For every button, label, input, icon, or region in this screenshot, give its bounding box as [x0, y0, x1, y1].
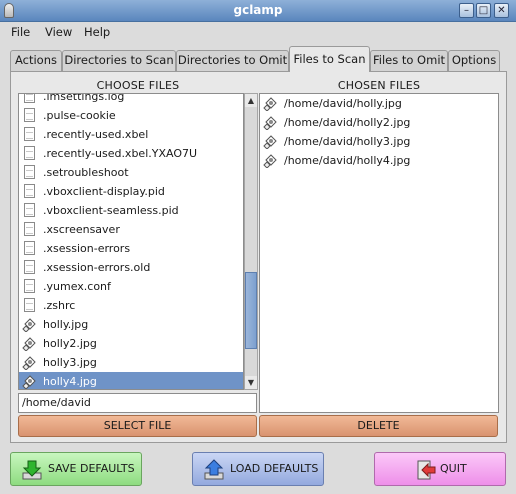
- list-item-label: holly.jpg: [43, 318, 89, 331]
- choose-files-heading: CHOOSE FILES: [96, 79, 180, 92]
- list-item[interactable]: .setroubleshoot: [19, 163, 243, 182]
- menu-help[interactable]: Help: [84, 25, 110, 39]
- list-item[interactable]: .recently-used.xbel.YXAO7U: [19, 144, 243, 163]
- image-file-icon: [22, 318, 36, 332]
- list-item[interactable]: .vboxclient-seamless.pid: [19, 201, 243, 220]
- window-title: gclamp: [233, 3, 283, 17]
- list-item[interactable]: /home/david/holly3.jpg: [260, 132, 498, 151]
- menu-file[interactable]: File: [11, 25, 30, 39]
- image-file-icon: [22, 375, 36, 389]
- list-item[interactable]: holly.jpg: [19, 315, 243, 334]
- list-item-label: .vboxclient-display.pid: [43, 185, 165, 198]
- scroll-down-arrow-icon[interactable]: ▼: [245, 376, 257, 389]
- maximize-button[interactable]: □: [476, 3, 491, 18]
- list-item-label: .setroubleshoot: [43, 166, 129, 179]
- minimize-button[interactable]: –: [459, 3, 474, 18]
- document-icon: [24, 146, 35, 160]
- load-upload-icon: [204, 459, 224, 480]
- list-item[interactable]: /home/david/holly.jpg: [260, 94, 498, 113]
- chosen-files-list[interactable]: /home/david/holly.jpg/home/david/holly2.…: [259, 93, 499, 413]
- title-bar: gclamp – □ ✕: [0, 0, 516, 22]
- list-item-label: holly4.jpg: [43, 375, 97, 388]
- list-item[interactable]: /home/david/holly2.jpg: [260, 113, 498, 132]
- scroll-up-arrow-icon[interactable]: ▲: [245, 94, 257, 107]
- list-item-label: .yumex.conf: [43, 280, 111, 293]
- image-file-icon: [22, 337, 36, 351]
- tab-options[interactable]: Options: [448, 50, 500, 71]
- document-icon: [24, 222, 35, 236]
- tab-actions[interactable]: Actions: [10, 50, 62, 71]
- document-icon: [24, 184, 35, 198]
- image-file-icon: [263, 154, 277, 168]
- image-file-icon: [263, 97, 277, 111]
- menu-view[interactable]: View: [45, 25, 72, 39]
- save-defaults-button[interactable]: SAVE DEFAULTS: [10, 452, 142, 486]
- close-button[interactable]: ✕: [494, 3, 509, 18]
- scroll-thumb[interactable]: [245, 272, 257, 350]
- list-item[interactable]: .pulse-cookie: [19, 106, 243, 125]
- document-icon: [24, 279, 35, 293]
- list-item-label: /home/david/holly3.jpg: [284, 135, 411, 148]
- list-item-label: holly3.jpg: [43, 356, 97, 369]
- load-defaults-button[interactable]: LOAD DEFAULTS: [192, 452, 324, 486]
- document-icon: [24, 203, 35, 217]
- list-item-label: .xsession-errors.old: [43, 261, 151, 274]
- list-item[interactable]: holly4.jpg: [19, 372, 243, 389]
- document-icon: [24, 241, 35, 255]
- list-item[interactable]: .xsession-errors: [19, 239, 243, 258]
- save-download-icon: [22, 460, 42, 480]
- list-item[interactable]: holly2.jpg: [19, 334, 243, 353]
- list-item-label: .vboxclient-seamless.pid: [43, 204, 179, 217]
- document-icon: [24, 298, 35, 312]
- image-file-icon: [263, 116, 277, 130]
- path-input[interactable]: /home/david: [18, 393, 257, 413]
- document-icon: [24, 127, 35, 141]
- list-item[interactable]: .imsettings.log: [19, 93, 243, 106]
- list-item-label: .recently-used.xbel.YXAO7U: [43, 147, 198, 160]
- tab-directories-to-omit[interactable]: Directories to Omit: [176, 50, 289, 71]
- list-item[interactable]: .xscreensaver: [19, 220, 243, 239]
- choose-files-list[interactable]: .imsettings.log .pulse-cookie .recently-us…: [18, 93, 244, 390]
- list-item-label: .xscreensaver: [43, 223, 120, 236]
- chosen-files-heading: CHOSEN FILES: [337, 79, 421, 92]
- document-icon: [24, 108, 35, 122]
- list-item-label: /home/david/holly.jpg: [284, 97, 402, 110]
- list-item[interactable]: .yumex.conf: [19, 277, 243, 296]
- list-item-label: /home/david/holly2.jpg: [284, 116, 411, 129]
- list-item-label: .recently-used.xbel: [43, 128, 149, 141]
- list-item[interactable]: .zshrc: [19, 296, 243, 315]
- delete-button[interactable]: DELETE: [259, 415, 498, 437]
- list-item-label: /home/david/holly4.jpg: [284, 154, 411, 167]
- quit-button[interactable]: QUIT: [374, 452, 506, 486]
- tab-files-to-scan[interactable]: Files to Scan: [289, 46, 370, 72]
- list-item[interactable]: /home/david/holly4.jpg: [260, 151, 498, 170]
- list-item[interactable]: .recently-used.xbel: [19, 125, 243, 144]
- select-file-button[interactable]: SELECT FILE: [18, 415, 257, 437]
- list-item-label: .zshrc: [43, 299, 76, 312]
- list-item-label: .imsettings.log: [43, 93, 125, 103]
- list-item-label: .xsession-errors: [43, 242, 131, 255]
- image-file-icon: [22, 356, 36, 370]
- tab-directories-to-scan[interactable]: Directories to Scan: [62, 50, 176, 71]
- menu-bar: File View Help: [0, 22, 516, 42]
- choose-files-scrollbar[interactable]: ▲ ▼: [244, 93, 258, 390]
- list-item-label: .pulse-cookie: [43, 109, 116, 122]
- document-icon: [24, 260, 35, 274]
- list-item[interactable]: .xsession-errors.old: [19, 258, 243, 277]
- document-icon: [24, 165, 35, 179]
- list-item[interactable]: holly3.jpg: [19, 353, 243, 372]
- list-item[interactable]: .vboxclient-display.pid: [19, 182, 243, 201]
- quit-exit-icon: [417, 460, 436, 480]
- document-icon: [24, 94, 35, 103]
- image-file-icon: [263, 135, 277, 149]
- tab-files-to-omit[interactable]: Files to Omit: [370, 50, 448, 71]
- list-item-label: holly2.jpg: [43, 337, 97, 350]
